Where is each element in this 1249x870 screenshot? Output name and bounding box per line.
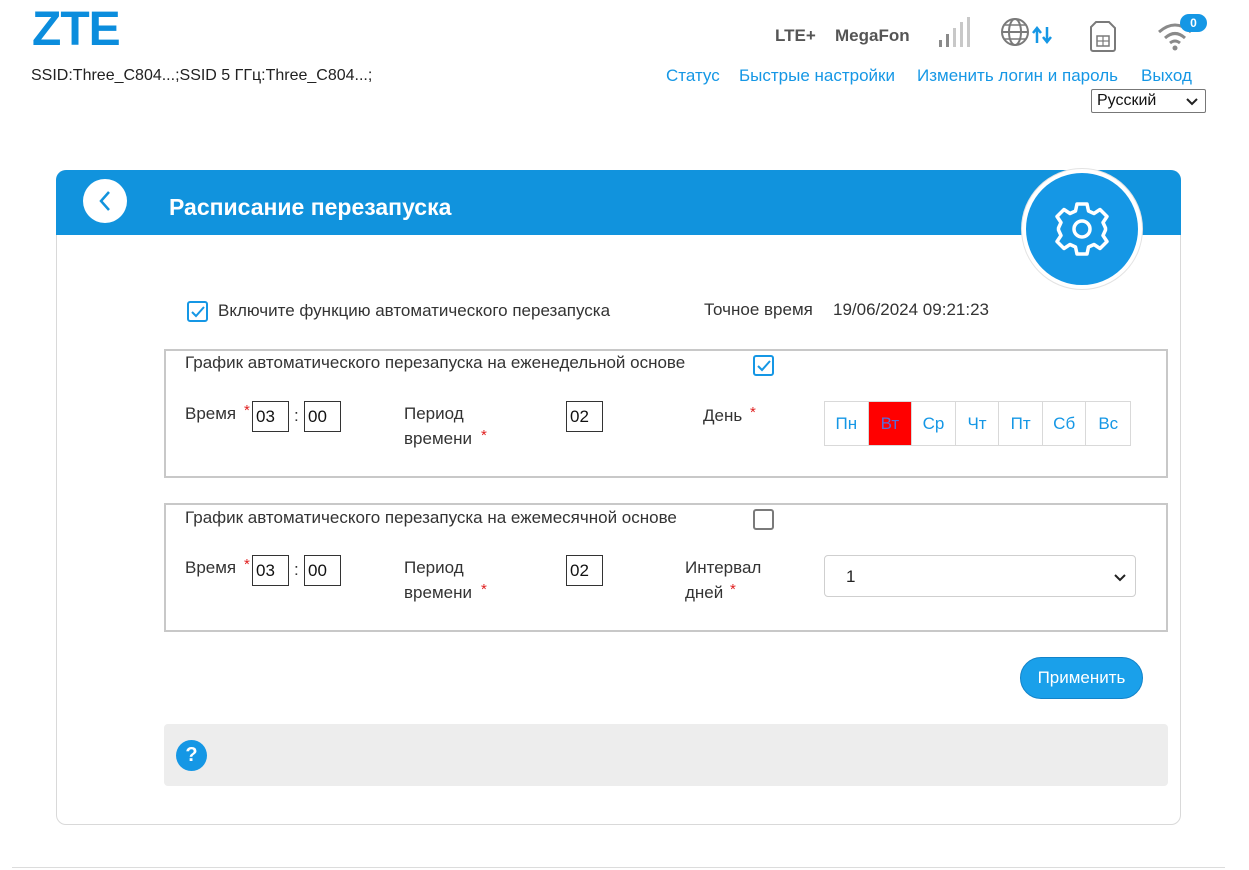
ssid-info: SSID:Three_C804...;SSID 5 ГГц:Three_C804… (31, 67, 373, 84)
day-button[interactable]: Вс (1086, 402, 1130, 445)
back-button[interactable] (83, 179, 127, 223)
page-title: Расписание перезапуска (169, 194, 452, 220)
monthly-interval-label-line1: Интервал (685, 558, 762, 577)
weekly-schedule-checkbox[interactable] (753, 355, 774, 376)
day-of-week-selector: Пн Вт Ср Чт Пт Сб Вс (824, 401, 1131, 446)
zte-logo: ZTE (32, 3, 121, 56)
required-mark: * (244, 402, 250, 419)
nav-status-link[interactable]: Статус (666, 66, 720, 86)
day-button[interactable]: Чт (956, 402, 1000, 445)
language-selected-value: Русский (1097, 92, 1157, 109)
chevron-left-icon (99, 191, 110, 211)
weekly-period-label-line2: времени (404, 429, 472, 448)
nav-exit-link[interactable]: Выход (1141, 66, 1192, 86)
wifi-client-count-badge: 0 (1180, 14, 1207, 32)
language-select[interactable]: Русский (1091, 89, 1206, 113)
monthly-minute-input[interactable]: 00 (304, 555, 341, 586)
enable-auto-reboot-checkbox[interactable] (187, 301, 208, 322)
day-interval-select[interactable]: 1 (824, 555, 1136, 597)
monthly-hour-input[interactable]: 03 (252, 555, 289, 586)
day-interval-value: 1 (846, 567, 856, 586)
required-mark: * (481, 427, 487, 444)
day-button[interactable]: Пн (825, 402, 869, 445)
checkmark-icon (757, 360, 771, 372)
nav-quick-settings-link[interactable]: Быстрые настройки (739, 66, 895, 86)
checkmark-icon (191, 306, 205, 318)
required-mark: * (244, 556, 250, 573)
monthly-period-label-line1: Период (404, 558, 464, 577)
weekly-minute-input[interactable]: 00 (304, 401, 341, 432)
day-button[interactable]: Сб (1043, 402, 1087, 445)
exact-time-value: 19/06/2024 09:21:23 (833, 300, 989, 319)
weekly-time-label: Время (185, 404, 237, 423)
monthly-period-input[interactable]: 02 (566, 555, 603, 586)
required-mark: * (730, 581, 736, 598)
globe-data-icon (1000, 17, 1056, 49)
sim-icon (1089, 20, 1117, 52)
exact-time-label: Точное время (704, 300, 813, 319)
weekly-period-input[interactable]: 02 (566, 401, 603, 432)
day-button[interactable]: Вт (868, 402, 913, 445)
help-panel (164, 724, 1168, 786)
weekly-day-label: День (703, 406, 743, 425)
monthly-period-label-line2: времени (404, 583, 472, 602)
chevron-down-icon (1185, 94, 1199, 108)
required-mark: * (481, 581, 487, 598)
required-mark: * (750, 404, 756, 421)
time-separator: : (294, 560, 299, 579)
footer-divider (12, 867, 1225, 868)
signal-icon (937, 17, 971, 49)
time-separator: : (294, 406, 299, 425)
day-button[interactable]: Пт (999, 402, 1043, 445)
apply-button[interactable]: Применить (1020, 657, 1143, 699)
nav-change-login-link[interactable]: Изменить логин и пароль (917, 66, 1118, 86)
enable-auto-reboot-label: Включите функцию автоматического перезап… (218, 301, 611, 320)
monthly-schedule-checkbox[interactable] (753, 509, 774, 530)
help-icon[interactable]: ? (176, 740, 207, 771)
monthly-schedule-title: График автоматического перезапуска на еж… (185, 508, 677, 527)
weekly-schedule-title: График автоматического перезапуска на еж… (185, 353, 686, 372)
monthly-interval-label-line2: дней (685, 583, 724, 602)
network-type: LTE+ (775, 26, 816, 45)
gear-icon (1055, 202, 1109, 256)
monthly-time-label: Время (185, 558, 237, 577)
chevron-down-icon (1113, 570, 1127, 590)
weekly-period-label-line1: Период (404, 404, 464, 423)
operator-name: MegaFon (835, 26, 910, 45)
day-button[interactable]: Ср (912, 402, 956, 445)
weekly-hour-input[interactable]: 03 (252, 401, 289, 432)
settings-gear-badge (1022, 169, 1142, 289)
